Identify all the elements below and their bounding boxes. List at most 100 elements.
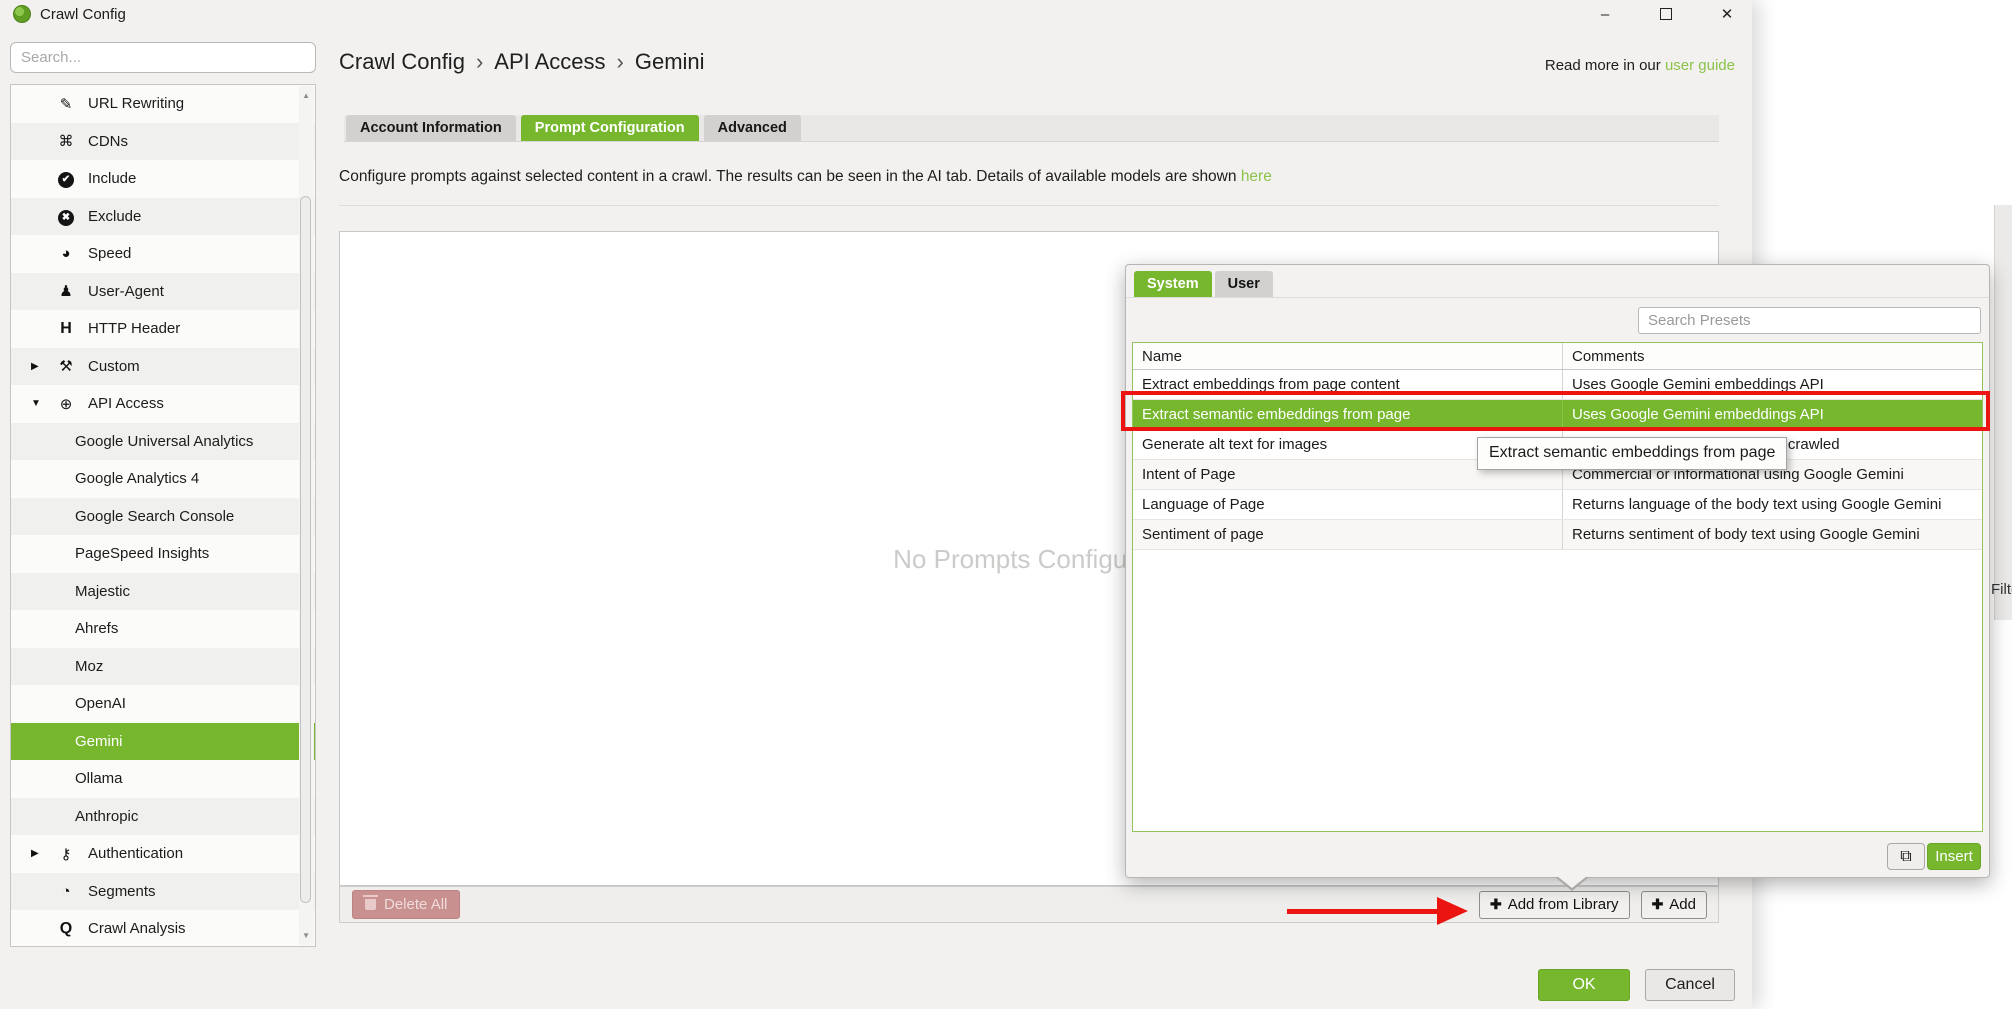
- sidebar-item-label: Anthropic: [75, 808, 138, 825]
- insert-button[interactable]: Insert: [1927, 843, 1981, 870]
- sidebar-item-google-search-console[interactable]: Google Search Console: [11, 498, 315, 536]
- breadcrumb-gemini[interactable]: Gemini: [635, 49, 705, 74]
- tools-icon: ⚒: [53, 357, 79, 375]
- tab-account-information[interactable]: Account Information: [346, 115, 516, 141]
- sidebar-item-label: API Access: [88, 395, 164, 412]
- sidebar-item-pagespeed-insights[interactable]: PageSpeed Insights: [11, 535, 315, 573]
- sidebar-list: ✎ URL Rewriting ⌘CDNs ✔ Include ✖Exclude ◕…: [11, 85, 315, 946]
- person-lock-icon: ⚷: [53, 845, 79, 863]
- sidebar-item-label: Google Analytics 4: [75, 470, 199, 487]
- tab-advanced[interactable]: Advanced: [704, 115, 801, 141]
- here-link[interactable]: here: [1241, 168, 1272, 185]
- sidebar-item-label: Include: [88, 170, 136, 187]
- background-app-scrollbar: [1994, 205, 2012, 620]
- http-header-icon: H: [53, 320, 79, 338]
- sidebar-item-label: Segments: [88, 883, 156, 900]
- sidebar-item-google-analytics-4[interactable]: Google Analytics 4: [11, 460, 315, 498]
- user-guide-link[interactable]: user guide: [1665, 57, 1735, 74]
- ok-button[interactable]: OK: [1538, 969, 1630, 1001]
- sidebar-item-moz[interactable]: Moz: [11, 648, 315, 686]
- read-more-note: Read more in our user guide: [1460, 57, 1735, 74]
- sidebar-item-label: Ollama: [75, 770, 123, 787]
- sidebar-item-speed[interactable]: ◕Speed: [11, 235, 315, 273]
- copy-icon: ⧉: [1900, 848, 1911, 865]
- sidebar-item-exclude[interactable]: ✖Exclude: [11, 198, 315, 236]
- background-app-filter-label: Filter: [1991, 581, 2012, 598]
- tab-description: Configure prompts against selected conte…: [339, 168, 1272, 186]
- sidebar-item-label: Ahrefs: [75, 620, 118, 637]
- maximize-button[interactable]: [1644, 0, 1688, 28]
- breadcrumb: Crawl Config›API Access›Gemini: [339, 49, 705, 75]
- add-button[interactable]: ✚ Add: [1641, 891, 1707, 919]
- sidebar-item-segments[interactable]: ◔Segments: [11, 873, 315, 911]
- sidebar-item-google-universal-analytics[interactable]: Google Universal Analytics: [11, 423, 315, 461]
- minimize-button[interactable]: –: [1583, 0, 1627, 28]
- sidebar-item-label: URL Rewriting: [88, 95, 184, 112]
- divider: [1126, 297, 1989, 298]
- delete-all-button[interactable]: Delete All: [352, 890, 460, 919]
- copy-button[interactable]: ⧉: [1887, 843, 1925, 870]
- annotation-highlight-box: [1121, 391, 1990, 431]
- globe-icon: ⊕: [53, 395, 79, 413]
- scroll-up-icon[interactable]: ▲: [302, 91, 310, 100]
- sidebar-item-label: Crawl Analysis: [88, 920, 186, 937]
- sidebar-item-url-rewriting[interactable]: ✎ URL Rewriting: [11, 85, 315, 123]
- sidebar-item-majestic[interactable]: Majestic: [11, 573, 315, 611]
- prompts-toolbar: Delete All ✚ Add from Library ✚ Add: [339, 886, 1719, 923]
- library-tabs: System User: [1134, 271, 1276, 297]
- tab-user[interactable]: User: [1215, 271, 1273, 297]
- divider: [339, 205, 1719, 206]
- chevron-right-icon[interactable]: ▶: [31, 361, 53, 372]
- pencil-icon: ✎: [53, 95, 79, 113]
- add-from-library-button[interactable]: ✚ Add from Library: [1479, 891, 1630, 919]
- sidebar-item-label: Moz: [75, 658, 103, 675]
- search-presets-input[interactable]: [1638, 307, 1981, 334]
- cancel-button[interactable]: Cancel: [1645, 969, 1735, 1001]
- preset-row[interactable]: Language of Page Returns language of the…: [1133, 490, 1982, 520]
- sidebar-item-ollama[interactable]: Ollama: [11, 760, 315, 798]
- column-header-comments[interactable]: Comments: [1563, 343, 1982, 369]
- sidebar-item-openai[interactable]: OpenAI: [11, 685, 315, 723]
- tooltip: Extract semantic embeddings from page: [1477, 437, 1787, 470]
- sidebar-item-http-header[interactable]: H HTTP Header: [11, 310, 315, 348]
- sidebar-item-custom[interactable]: ▶⚒ Custom: [11, 348, 315, 386]
- sidebar-item-label: Google Search Console: [75, 508, 234, 525]
- sidebar-scrollbar[interactable]: ▲ ▼: [299, 86, 314, 945]
- check-circle-icon: ✔: [58, 172, 74, 188]
- column-header-name[interactable]: Name: [1133, 343, 1563, 369]
- sidebar-item-label: Custom: [88, 358, 140, 375]
- tab-system[interactable]: System: [1134, 271, 1212, 297]
- chevron-down-icon[interactable]: ▼: [31, 398, 53, 409]
- title-bar: Crawl Config: [0, 0, 1752, 28]
- agent-icon: ♟: [53, 282, 79, 300]
- sidebar-item-label: Gemini: [75, 733, 123, 750]
- breadcrumb-api-access[interactable]: API Access: [494, 49, 605, 74]
- sidebar-item-ahrefs[interactable]: Ahrefs: [11, 610, 315, 648]
- breadcrumb-crawl-config[interactable]: Crawl Config: [339, 49, 465, 74]
- magnifier-icon: Q: [53, 920, 79, 938]
- scroll-down-icon[interactable]: ▼: [302, 931, 310, 940]
- annotation-arrow: [1287, 909, 1439, 914]
- sidebar-search: [10, 42, 316, 73]
- sidebar-item-label: Authentication: [88, 845, 183, 862]
- sidebar-item-include[interactable]: ✔ Include: [11, 160, 315, 198]
- sidebar-item-authentication[interactable]: ▶⚷ Authentication: [11, 835, 315, 873]
- sidebar-item-gemini[interactable]: Gemini: [11, 723, 315, 761]
- sidebar-item-api-access[interactable]: ▼⊕ API Access: [11, 385, 315, 423]
- sidebar-item-cdns[interactable]: ⌘CDNs: [11, 123, 315, 161]
- scrollbar-thumb[interactable]: [300, 196, 311, 903]
- tab-prompt-configuration[interactable]: Prompt Configuration: [521, 115, 699, 141]
- close-button[interactable]: ✕: [1705, 0, 1749, 28]
- network-icon: ⌘: [53, 132, 79, 150]
- sidebar-item-user-agent[interactable]: ♟User-Agent: [11, 273, 315, 311]
- sidebar-item-label: HTTP Header: [88, 320, 180, 337]
- screaming-frog-logo-icon: [13, 5, 31, 23]
- sidebar-item-crawl-analysis[interactable]: Q Crawl Analysis: [11, 910, 315, 948]
- x-circle-icon: ✖: [58, 210, 74, 226]
- plus-icon: ✚: [1490, 896, 1502, 913]
- preset-row[interactable]: Sentiment of page Returns sentiment of b…: [1133, 520, 1982, 550]
- search-input[interactable]: [10, 42, 316, 73]
- trash-icon: [365, 899, 376, 910]
- sidebar-item-anthropic[interactable]: Anthropic: [11, 798, 315, 836]
- chevron-right-icon[interactable]: ▶: [31, 848, 53, 859]
